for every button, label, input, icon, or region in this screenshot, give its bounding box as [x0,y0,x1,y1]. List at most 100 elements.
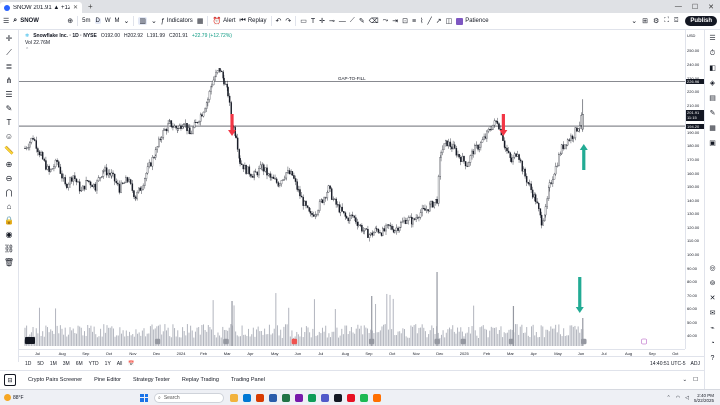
trash-icon[interactable]: 🗑 [4,258,14,268]
chrome-icon[interactable] [308,393,316,402]
crosshair-tool-icon[interactable]: ✛ [319,17,325,25]
interval-w[interactable]: W [105,18,111,24]
trend-line-icon[interactable]: ⟋ [6,48,12,58]
watchlist-icon[interactable]: ☰ [709,34,715,43]
polyline-tool-icon[interactable]: ⌇ [420,17,423,25]
arrow-tool-icon[interactable]: ↗ [436,17,442,25]
media-icon[interactable] [347,393,355,402]
start-button[interactable] [140,393,148,402]
chat-icon[interactable]: ✉ [710,309,716,318]
range-1m[interactable]: 1M [50,361,57,367]
legend-collapse[interactable]: ⌃ [25,47,232,54]
notifications-icon[interactable]: ◔ [710,339,714,348]
price-axis[interactable]: USD 250.00240.00230.00220.00210.00200.00… [685,30,704,349]
hotlist-icon[interactable]: ⊚ [710,279,716,288]
streams-icon[interactable]: ⌁ [710,324,714,333]
interval-dropdown-icon[interactable]: ⌄ [124,17,130,25]
music-icon[interactable] [360,393,368,402]
menu-icon[interactable]: ☰ [3,17,9,25]
range-ytd[interactable]: YTD [89,361,99,367]
price-chart[interactable]: GAP-TO-FILL [19,30,685,349]
time-axis[interactable]: Jul Aug Sep Oct Nov Dec 2024 Feb Mar Apr May Jun Jul… [19,349,685,356]
line-tool-icon[interactable]: ╱ [427,17,431,25]
adj-toggle[interactable]: ADJ [691,361,700,367]
minimize-icon[interactable]: — [675,3,682,11]
range-1d[interactable]: 1D [25,361,31,367]
grid-layout-icon[interactable]: ⊞ [642,17,648,25]
tradingview-app-icon[interactable] [334,393,342,402]
notes-icon[interactable]: ▤ [709,94,716,103]
zoom-out-icon[interactable]: ⊖ [6,174,13,184]
close-tab-icon[interactable]: ✕ [73,4,78,11]
ideas-icon[interactable]: ✎ [710,109,716,118]
volume-icon[interactable]: ◁ [685,395,689,401]
fib-retracement-icon[interactable]: ☰ [5,90,12,100]
onenote-icon[interactable] [295,393,303,402]
target-icon[interactable]: ◎ [709,264,715,273]
replay-button[interactable]: ⏮ Replay [240,17,267,25]
brush-icon[interactable]: ✎ [6,104,13,114]
word-icon[interactable] [269,393,277,402]
range-3m[interactable]: 3M [63,361,70,367]
indicators-button[interactable]: ƒ Indicators [161,18,193,25]
tab-trading-panel[interactable]: Trading Panel [231,377,265,383]
range-all[interactable]: All [117,361,123,367]
taskbar-search[interactable]: ⌕ Search [154,392,224,403]
layout-dropdown-icon[interactable]: ⌄ [631,17,637,25]
lock-drawings-icon[interactable]: ⌂ [7,202,12,212]
candles-chart-type-icon[interactable]: ▥ [138,17,148,25]
ruler-tool-icon[interactable]: ◫ [446,17,453,25]
wifi-icon[interactable]: ◠ [676,395,680,401]
range-5d[interactable]: 5D [37,361,43,367]
taskbar-clock[interactable]: 2:40 PM 5/22/2025 [694,393,714,403]
news-icon[interactable]: ▦ [709,124,716,133]
rectangle-tool-icon[interactable]: ▭ [300,17,307,25]
eye-icon[interactable]: ◉ [6,230,13,240]
layers-icon[interactable]: ◈ [710,79,715,88]
crosshair-icon[interactable]: ✕ [710,294,716,303]
settings-icon[interactable]: ⚙ [653,17,659,25]
interval-m[interactable]: M [115,18,120,24]
horizontal-line-tool-icon[interactable]: ⊸ [329,17,335,25]
range-6m[interactable]: 6M [76,361,83,367]
trend-line-tool-icon[interactable]: ⟋ [350,17,355,25]
object-tree-icon[interactable]: ◧ [709,64,716,73]
utc-clock[interactable]: 14:40:51 UTC-5 [650,361,686,367]
path-tool-icon[interactable]: ⤳ [383,17,389,25]
excel-icon[interactable] [282,393,290,402]
alerts-clock-icon[interactable]: ⏱ [710,49,715,58]
interval-5m[interactable]: 5m [82,18,90,24]
ruler-icon[interactable]: 📏 [4,146,14,156]
maximize-icon[interactable]: ☐ [692,3,698,11]
symbol-search[interactable]: ⌕ SNOW [13,17,63,25]
pitchfork-icon[interactable]: ⋔ [6,76,13,86]
tab-pine-editor[interactable]: Pine Editor [94,377,121,383]
publish-button[interactable]: Publish [685,16,717,26]
zoom-in-icon[interactable]: ⊕ [6,160,13,170]
range-1y[interactable]: 1Y [105,361,111,367]
new-tab-button[interactable]: + [88,2,93,11]
chart-pane[interactable]: GAP-TO-FILL ❄ Snowflake Inc. · 1D · NYSE… [19,30,685,349]
long-position-tool-icon[interactable]: ⇥ [392,17,398,25]
magnet-icon[interactable]: ⋂ [6,188,13,198]
weather-widget[interactable]: 88°F [0,394,140,401]
redo-icon[interactable]: ↷ [285,17,291,25]
goto-date-icon[interactable]: 📅 [128,361,134,367]
tray-up-icon[interactable]: ⌃ [667,395,671,401]
firefox-icon[interactable] [373,393,381,402]
maximize-panel-icon[interactable]: ☐ [693,377,698,383]
horizontal-ray-tool-icon[interactable]: — [339,18,346,25]
calendar-icon[interactable]: ▣ [709,139,716,148]
collapse-panel-icon[interactable]: ⌄ [682,377,687,383]
link-icon[interactable]: ⛓ [4,244,14,254]
alert-button[interactable]: ⏰ Alert [212,17,235,25]
chart-type-dropdown-icon[interactable]: ⌄ [151,17,157,25]
cursor-icon[interactable]: ✛ [6,34,13,44]
camera-icon[interactable]: ⌼ [674,17,678,25]
emoji-icon[interactable]: ☺ [5,132,13,142]
fib-tool-icon[interactable]: ≡ [412,18,416,25]
panel-toggle-icon[interactable]: ⊟ [4,374,16,386]
legend-symbol[interactable]: Snowflake Inc. · 1D · NYSE [33,33,97,40]
interval-d[interactable]: D [94,18,101,24]
brush-tool-icon[interactable]: ✎ [359,17,365,25]
